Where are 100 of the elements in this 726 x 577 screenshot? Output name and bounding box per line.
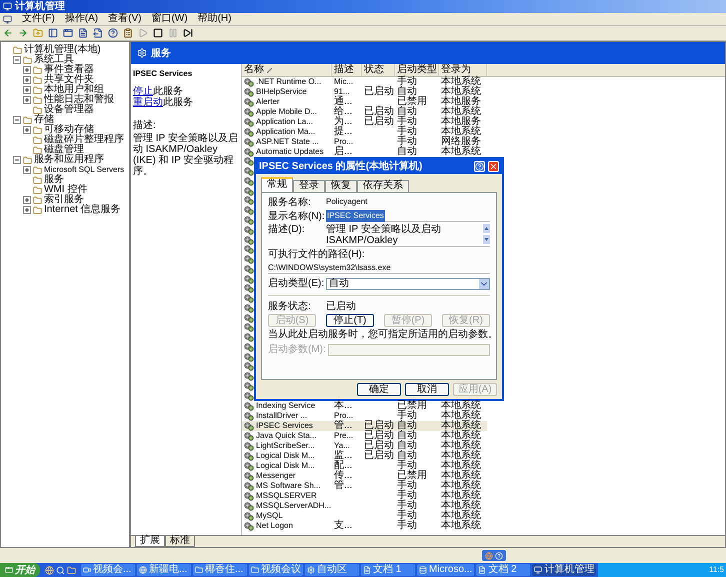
tree-item[interactable]: Microsoft SQL Servers bbox=[44, 165, 124, 175]
executable-path: C:\WINDOWS\system32\lsass.exe bbox=[268, 262, 490, 274]
view-tab[interactable]: 扩展 bbox=[135, 536, 165, 547]
expand-box[interactable] bbox=[23, 126, 31, 134]
tree-item[interactable]: 本地用户和组 bbox=[44, 85, 104, 95]
input-field[interactable]: IPSEC Services bbox=[326, 210, 490, 222]
taskbar-button[interactable]: 计算机管理 bbox=[532, 564, 596, 576]
collapse-box[interactable] bbox=[13, 116, 21, 124]
expand-box[interactable] bbox=[23, 96, 31, 104]
table-cell: 手动 bbox=[397, 481, 417, 491]
tree-item[interactable]: 性能日志和警报 bbox=[44, 95, 114, 105]
dialog-button[interactable]: 取消 bbox=[405, 383, 449, 396]
menu-item[interactable]: 帮助(H) bbox=[198, 14, 232, 24]
table-cell-text: Pro... bbox=[334, 137, 354, 146]
tree-item[interactable]: 设备管理器 bbox=[44, 105, 94, 115]
tree-item[interactable]: 存储 bbox=[34, 115, 54, 125]
tree-item[interactable]: 服务 bbox=[44, 175, 64, 185]
taskbar-button[interactable]: 椰香住... bbox=[193, 564, 247, 576]
back-arrow-icon[interactable] bbox=[3, 28, 13, 38]
expand-box[interactable] bbox=[23, 166, 31, 174]
menu-item[interactable]: 文件(F) bbox=[22, 14, 55, 24]
properties-icon[interactable] bbox=[123, 28, 133, 38]
document-icon[interactable] bbox=[78, 28, 88, 38]
table-cell: 手动 bbox=[397, 77, 417, 87]
startup-dropdown[interactable]: 自动 bbox=[326, 278, 490, 290]
table-cell: Mic... bbox=[334, 77, 354, 87]
tree-item[interactable]: WMI 控件 bbox=[44, 185, 88, 195]
taskbar-button[interactable]: 文档 1 bbox=[361, 564, 415, 576]
tree-item[interactable]: 计算机管理(本地) bbox=[24, 45, 101, 55]
scrollbar-icon[interactable] bbox=[483, 224, 490, 244]
taskbar-button[interactable]: 视频会议 bbox=[249, 564, 303, 576]
dialog-tab[interactable]: 常规 bbox=[261, 177, 293, 192]
column-header[interactable]: 登录为 bbox=[439, 64, 487, 76]
expand-box[interactable] bbox=[23, 86, 31, 94]
help-icon[interactable] bbox=[108, 28, 118, 38]
tree-item[interactable]: 索引服务 bbox=[44, 195, 84, 205]
window-icon[interactable] bbox=[63, 28, 73, 38]
field-label: 可执行文件的路径(H): bbox=[268, 249, 366, 260]
table-cell: 监... bbox=[334, 451, 352, 461]
language-bar[interactable] bbox=[482, 550, 506, 561]
table-cell: 为... bbox=[334, 117, 352, 127]
column-header[interactable]: 描述 bbox=[332, 64, 362, 76]
column-header[interactable]: 名称 bbox=[242, 64, 332, 76]
folder-icon bbox=[33, 86, 42, 94]
dialog-tab[interactable]: 依存关系 bbox=[357, 180, 409, 192]
dialog-button[interactable]: 停止(T) bbox=[326, 314, 374, 327]
gear-icon bbox=[244, 412, 254, 420]
view-tab[interactable]: 标准 bbox=[165, 536, 195, 547]
tree-item[interactable]: 服务和应用程序 bbox=[34, 155, 104, 165]
folder-icon[interactable] bbox=[67, 566, 76, 574]
collapse-box[interactable] bbox=[13, 156, 21, 164]
stop-icon[interactable] bbox=[153, 28, 163, 38]
tree-item[interactable]: 可移动存储 bbox=[44, 125, 94, 135]
table-cell: 已启动 bbox=[364, 421, 394, 431]
gear-icon bbox=[244, 422, 254, 430]
table-cell: 已禁用 bbox=[397, 471, 427, 481]
export-icon[interactable] bbox=[93, 28, 103, 38]
table-cell: 已启动 bbox=[364, 431, 394, 441]
table-cell: 本地系统 bbox=[441, 127, 481, 137]
menu-item[interactable]: 窗口(W) bbox=[151, 14, 188, 24]
dialog-tab[interactable]: 恢复 bbox=[325, 180, 357, 192]
gear-icon bbox=[244, 167, 254, 176]
expand-box[interactable] bbox=[23, 196, 31, 204]
table-cell: 自动 bbox=[397, 441, 417, 451]
taskbar-button[interactable]: 视频会... bbox=[81, 564, 135, 576]
tree-item[interactable]: 共享文件夹 bbox=[44, 75, 94, 85]
taskbar-button[interactable]: Microso... bbox=[417, 564, 474, 576]
start-button[interactable]: 开始 bbox=[0, 563, 40, 577]
tree-item[interactable]: 系统工具 bbox=[34, 55, 74, 65]
gear-icon bbox=[244, 98, 254, 106]
menu-item[interactable]: 操作(A) bbox=[64, 14, 98, 24]
taskbar-button[interactable]: 文档 2 bbox=[476, 564, 530, 576]
table-cell: 配... bbox=[334, 461, 352, 471]
tree-item[interactable]: 磁盘管理 bbox=[44, 145, 84, 155]
tree-item[interactable]: 磁盘碎片整理程序 bbox=[44, 135, 124, 145]
taskbar-button[interactable]: 新疆电... bbox=[137, 564, 191, 576]
dialog-button[interactable]: 确定 bbox=[357, 383, 401, 396]
table-cell: 本地系统 bbox=[441, 87, 481, 97]
table-cell: 本地系统 bbox=[441, 431, 481, 441]
panel-icon[interactable] bbox=[48, 28, 58, 38]
dialog-tab[interactable]: 登录 bbox=[293, 180, 325, 192]
tree-item[interactable]: 事件查看器 bbox=[44, 65, 94, 75]
search-icon[interactable] bbox=[56, 566, 65, 574]
column-header[interactable]: 状态 bbox=[362, 64, 395, 76]
menu-item[interactable]: 查看(V) bbox=[108, 14, 142, 24]
forward-arrow-icon[interactable] bbox=[18, 28, 28, 38]
collapse-box[interactable] bbox=[13, 56, 21, 64]
globe-icon[interactable] bbox=[45, 566, 54, 574]
folder-icon bbox=[33, 186, 42, 194]
windows-icon bbox=[5, 566, 13, 574]
expand-box[interactable] bbox=[23, 76, 31, 84]
description-box[interactable]: 管理 IP 安全策略以及启动 ISAKMP/Oakley bbox=[326, 224, 490, 247]
action-link[interactable]: 重启动 bbox=[133, 97, 163, 108]
action-link[interactable]: 停止 bbox=[133, 86, 153, 97]
taskbar-button[interactable]: 自动区 bbox=[305, 564, 359, 576]
expand-box[interactable] bbox=[23, 206, 31, 214]
table-cell: MS Software Sh... bbox=[256, 481, 320, 491]
tree-item[interactable]: Internet 信息服务 bbox=[44, 205, 121, 215]
close-icon[interactable] bbox=[488, 161, 499, 172]
expand-box[interactable] bbox=[23, 66, 31, 74]
